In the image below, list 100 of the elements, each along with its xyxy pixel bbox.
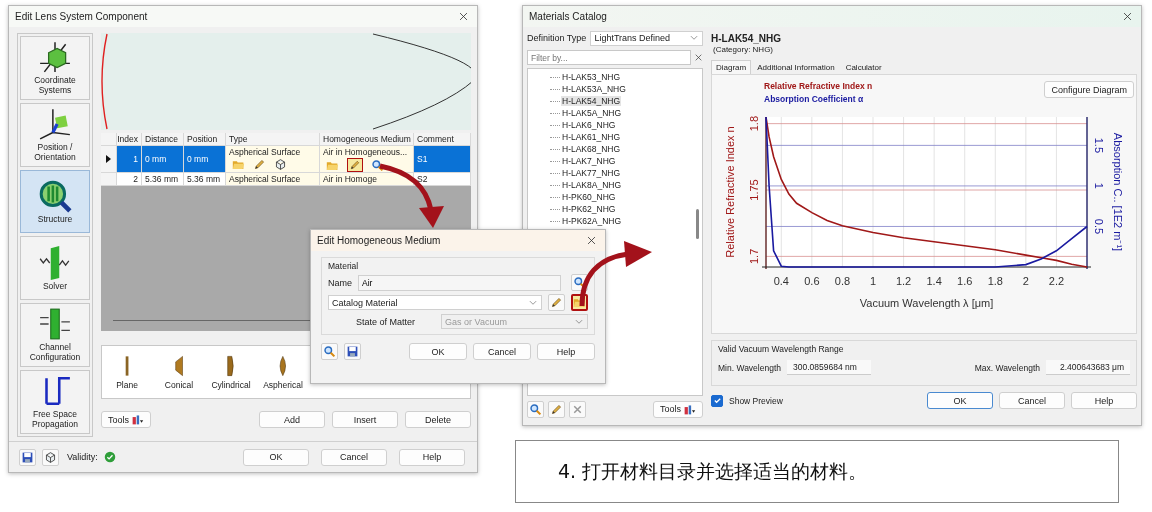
column-header[interactable]: Index xyxy=(117,133,142,146)
sidebar-item[interactable]: Solver xyxy=(20,236,90,301)
surface-item[interactable]: Conical xyxy=(156,354,202,390)
tab[interactable]: Calculator xyxy=(840,60,887,74)
table-cell: 5.36 mm xyxy=(142,173,184,186)
sidebar-item[interactable]: Channel Configuration xyxy=(20,303,90,368)
group-title: Material xyxy=(328,261,360,271)
dialog-button[interactable]: Help xyxy=(1071,392,1137,409)
scrollbar-thumb[interactable] xyxy=(696,209,699,239)
group-title: Valid Vacuum Wavelength Range xyxy=(718,344,845,354)
lens-element-icon xyxy=(174,354,184,377)
table-cell[interactable]: Aspherical Surface xyxy=(226,146,320,173)
tab[interactable]: Diagram xyxy=(711,60,752,74)
dialog-button[interactable]: Cancel xyxy=(321,448,387,466)
list-item[interactable]: H-LAK53_NHG xyxy=(561,72,622,82)
list-item[interactable]: H-LAK8A_NHG xyxy=(561,180,623,190)
save-button[interactable] xyxy=(19,448,36,466)
list-item[interactable]: H-LAK7_NHG xyxy=(561,156,617,166)
tick-label: 1.6 xyxy=(957,275,973,287)
definition-type-dropdown[interactable]: LightTrans Defined xyxy=(590,30,703,46)
close-icon[interactable] xyxy=(1122,11,1133,22)
list-item[interactable]: H-PK60_NHG xyxy=(561,192,617,202)
close-icon[interactable] xyxy=(586,235,597,246)
value-field[interactable]: 300.0859684 nm xyxy=(787,360,871,375)
dialog-button[interactable]: Cancel xyxy=(473,343,531,360)
surface-item[interactable]: Cylindrical xyxy=(208,354,254,390)
save-button[interactable] xyxy=(344,343,361,360)
list-item[interactable]: H-PK62A_NHG xyxy=(561,216,623,226)
dialog-button[interactable]: Cancel xyxy=(999,392,1065,409)
table-cell: 2 xyxy=(117,173,142,186)
column-header[interactable]: Homogeneous Medium xyxy=(320,133,414,146)
tools-icon xyxy=(683,402,696,416)
tick-label: 0.6 xyxy=(804,275,820,287)
list-item[interactable]: H-LAK5A_NHG xyxy=(561,108,623,118)
table-cell: Air in Homoge xyxy=(320,173,414,186)
column-header[interactable]: Comment xyxy=(414,133,471,146)
close-icon[interactable] xyxy=(694,53,703,62)
tick-label: 1.5 xyxy=(1093,137,1105,154)
material-source-dropdown[interactable]: Catalog Material xyxy=(328,295,542,310)
close-icon[interactable] xyxy=(458,11,469,22)
dialog-button[interactable]: OK xyxy=(409,343,467,360)
delete-button[interactable] xyxy=(569,400,586,418)
save-icon xyxy=(21,450,34,464)
tick-label: 1 xyxy=(869,275,877,287)
action-button[interactable]: Add xyxy=(259,411,325,428)
channel-bar-icon xyxy=(38,307,72,342)
search-icon xyxy=(573,276,586,289)
edit-button[interactable] xyxy=(548,294,565,311)
name-field[interactable]: Air xyxy=(358,274,561,291)
dialog-button[interactable]: Help xyxy=(399,448,465,466)
pencil-icon xyxy=(550,402,563,416)
table-cell[interactable]: Air in Homogeneous... xyxy=(320,146,414,173)
field-label: Definition Type xyxy=(527,33,587,43)
dialog-button[interactable]: OK xyxy=(927,392,993,409)
sidebar-item[interactable]: Structure xyxy=(20,169,90,234)
list-item[interactable]: H-LAK77_NHG xyxy=(561,168,622,178)
list-item[interactable]: H-PK62_NHG xyxy=(561,204,617,214)
column-header[interactable]: Distance xyxy=(142,133,184,146)
tools-button[interactable]: Tools xyxy=(101,411,151,428)
list-item[interactable]: H-LAK6_NHG xyxy=(561,120,617,130)
row-pointer-icon xyxy=(106,155,111,163)
surface-item[interactable]: Aspherical xyxy=(260,354,306,390)
dialog-button[interactable]: Help xyxy=(537,343,595,360)
search-button[interactable] xyxy=(527,400,544,418)
tick-label: 0.8 xyxy=(834,275,851,287)
configure-diagram-button[interactable]: Configure Diagram xyxy=(1044,81,1134,98)
row-header-cell xyxy=(101,133,117,146)
sidebar-item[interactable]: Position / Orientation xyxy=(20,102,90,167)
column-header[interactable]: Type xyxy=(226,133,320,146)
filter-field[interactable]: Filter by... xyxy=(527,50,691,65)
folder-icon xyxy=(573,296,586,309)
row-header-cell[interactable] xyxy=(101,173,117,186)
search-icon[interactable] xyxy=(371,158,384,172)
value-field[interactable]: 2.400643683 μm xyxy=(1046,360,1130,375)
search-button[interactable] xyxy=(321,343,338,360)
list-item[interactable]: H-LAK61_NHG xyxy=(561,132,622,142)
pencil-icon[interactable] xyxy=(253,158,266,171)
tab[interactable]: Additional Information xyxy=(752,60,840,74)
sidebar-item[interactable]: Free Space Propagation xyxy=(20,370,90,434)
tools-button[interactable]: Tools xyxy=(653,400,703,418)
axis-title: Vacuum Wavelength λ [μm] xyxy=(859,297,994,309)
edit-button[interactable] xyxy=(548,400,565,418)
dialog-button[interactable]: OK xyxy=(243,448,309,466)
list-item[interactable]: H-LAK68_NHG xyxy=(561,144,622,154)
list-item[interactable]: H-LAK54_NHG xyxy=(561,96,622,106)
surface-item[interactable]: Plane xyxy=(104,354,150,390)
column-header[interactable]: Position xyxy=(184,133,226,146)
view-3d-button[interactable] xyxy=(42,448,59,466)
sidebar-item[interactable]: Coordinate Systems xyxy=(20,36,90,100)
cell-text: Aspherical Surface xyxy=(229,147,301,157)
cube-icon[interactable] xyxy=(274,158,287,171)
wave-plate-icon xyxy=(38,245,72,280)
checkbox[interactable] xyxy=(711,394,723,407)
action-button[interactable]: Delete xyxy=(405,411,471,428)
action-button[interactable]: Insert xyxy=(332,411,398,428)
row-header-cell[interactable] xyxy=(101,146,117,173)
table-cell: S1 xyxy=(414,146,471,173)
list-item[interactable]: H-LAK53A_NHG xyxy=(561,84,627,94)
axes-cube-icon xyxy=(38,40,72,75)
axes-icon xyxy=(38,106,72,141)
